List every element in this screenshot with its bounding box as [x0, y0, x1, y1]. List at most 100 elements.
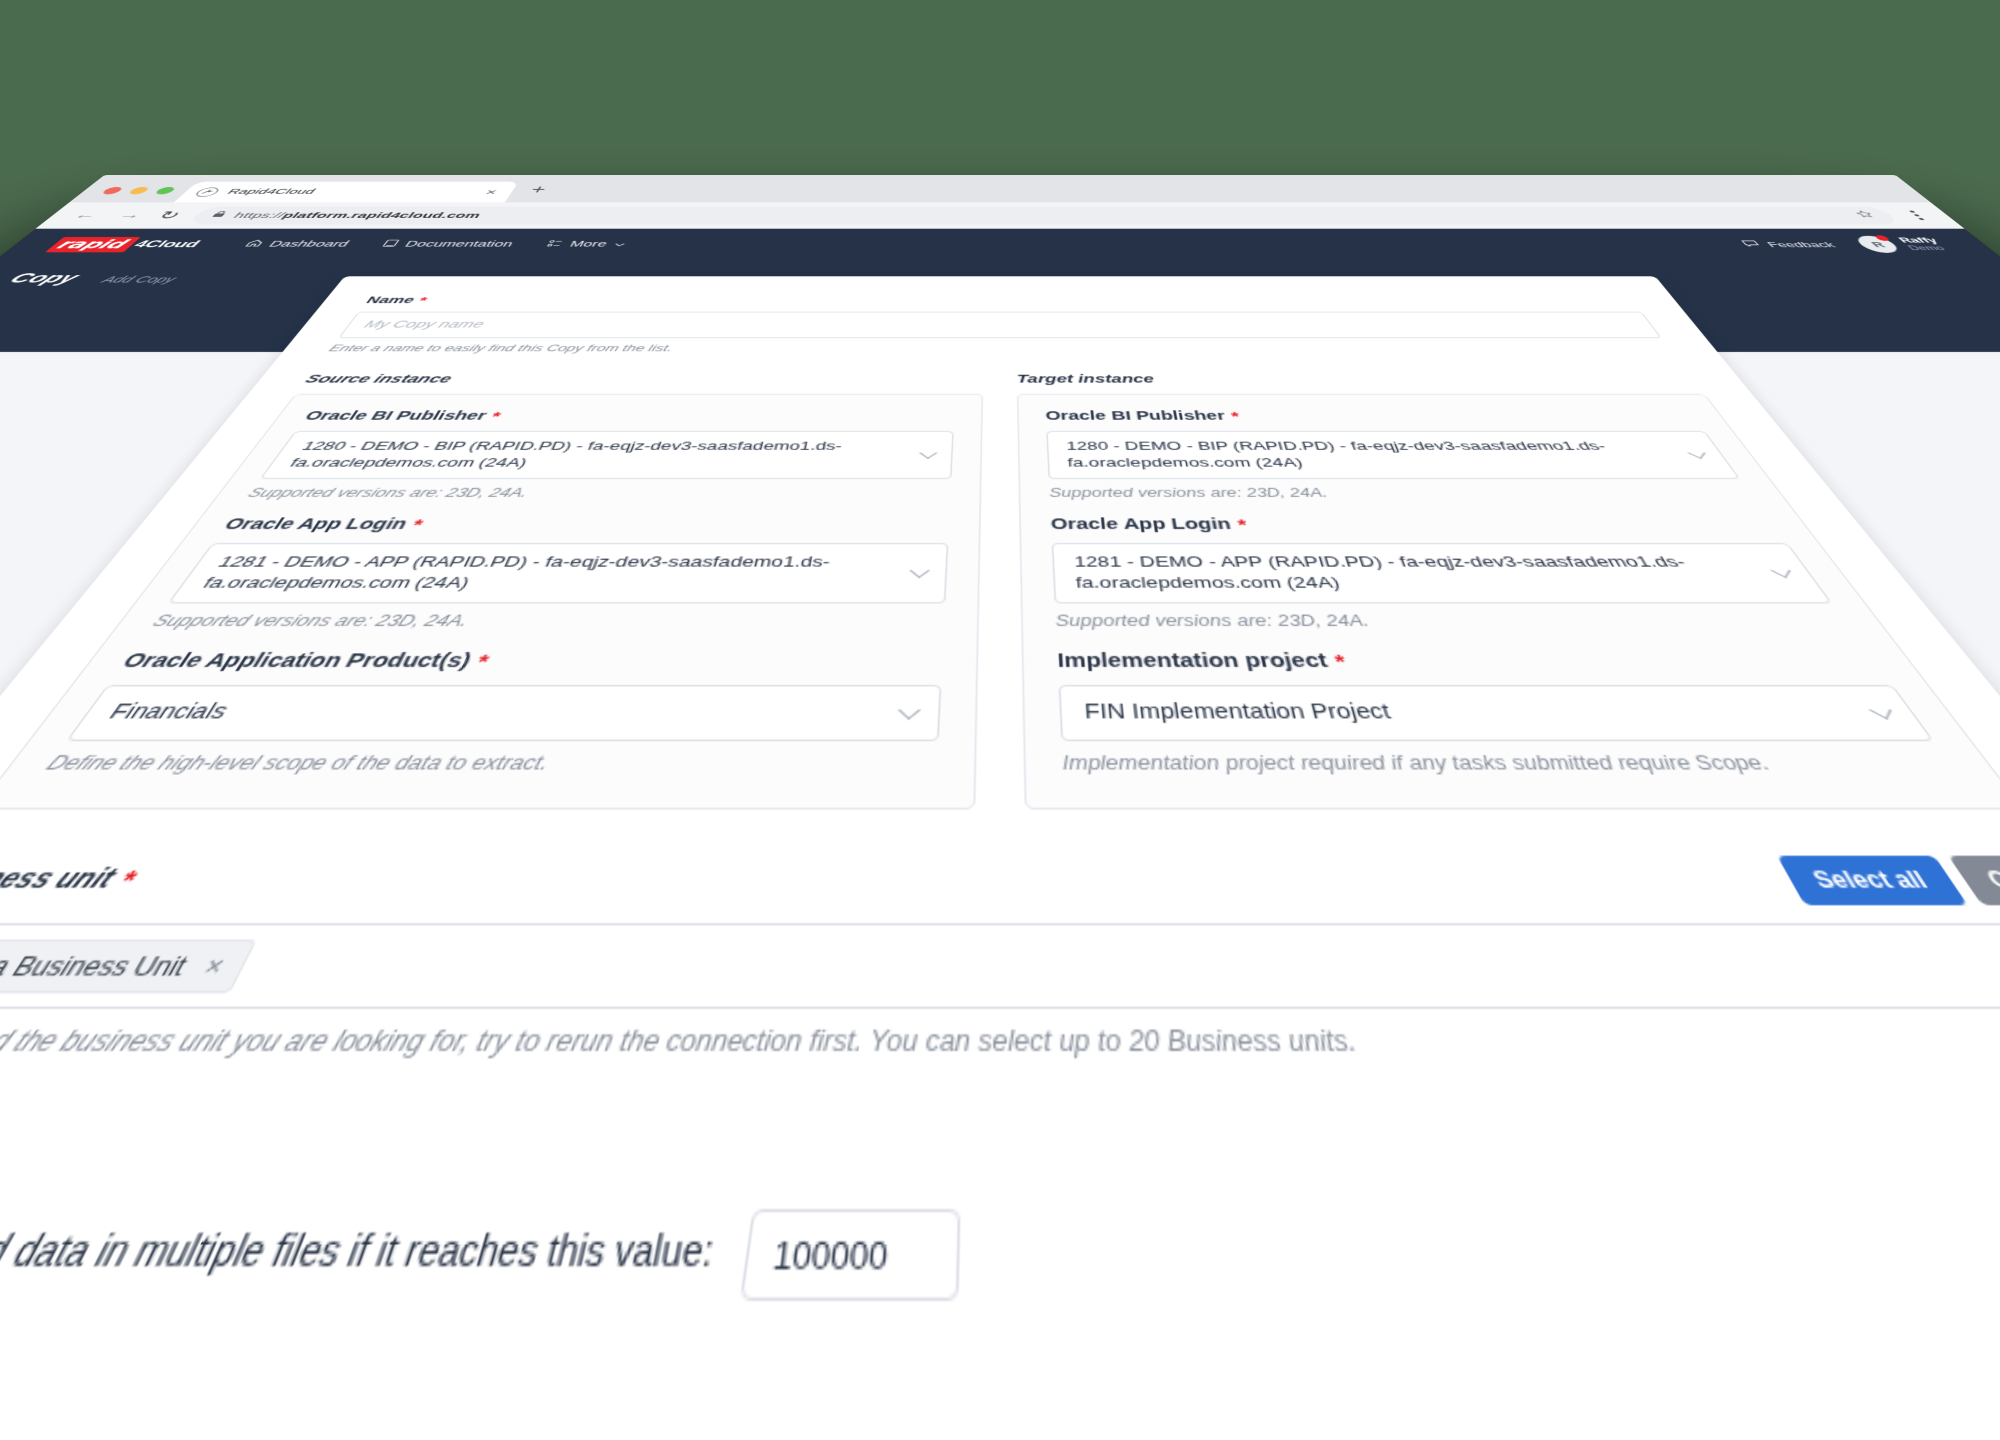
- nav-item-documentation-label: Documentation: [402, 239, 516, 249]
- split-value-input[interactable]: [738, 1210, 960, 1302]
- business-unit-chip[interactable]: Malaysia Business Unit ×: [0, 939, 258, 993]
- reload-icon[interactable]: ↻: [153, 209, 185, 221]
- close-tab-icon[interactable]: ×: [480, 187, 502, 196]
- form-body: Name * Enter a name to easily find this …: [0, 276, 2000, 1440]
- nav-item-documentation[interactable]: Documentation: [378, 239, 515, 249]
- required-marker: *: [1229, 409, 1242, 424]
- source-bi-publisher-help: Supported versions are: 23D, 24A.: [244, 486, 531, 501]
- url-host: platform.rapid4cloud.com: [279, 210, 484, 220]
- required-marker: *: [1236, 515, 1249, 534]
- back-icon[interactable]: ←: [65, 210, 108, 222]
- screenshot-stage: Rapid4Cloud × + ← → ↻ https://platform.r…: [0, 0, 2000, 1440]
- add-copy-form-card: Name * Enter a name to easily find this …: [0, 276, 2000, 1440]
- business-unit-header: Business unit * Select all Clear: [0, 856, 2000, 906]
- source-app-login-label: Oracle App Login: [219, 516, 411, 534]
- nav-item-dashboard[interactable]: Dashboard: [241, 239, 352, 249]
- target-app-login-help: Supported versions are: 23D, 24A.: [1055, 612, 1372, 631]
- name-input[interactable]: [338, 311, 1662, 339]
- forward-icon[interactable]: →: [109, 210, 151, 222]
- perspective-wrapper: Rapid4Cloud × + ← → ↻ https://platform.r…: [0, 0, 2000, 1440]
- bookmark-star-icon[interactable]: [1852, 210, 1880, 221]
- book-icon: [378, 239, 400, 249]
- browser-window: Rapid4Cloud × + ← → ↻ https://platform.r…: [0, 175, 2000, 1440]
- source-products-label: Oracle Application Product(s): [116, 651, 475, 673]
- implementation-project-label-row: Implementation project *: [1056, 650, 1884, 674]
- nav-item-more-label: More: [567, 239, 609, 249]
- favicon-icon: [192, 187, 223, 197]
- close-window-button[interactable]: [100, 186, 125, 195]
- application-root: rapid 4Cloud Dashboard Documentation Mor…: [0, 228, 2000, 1440]
- browser-tab-title: Rapid4Cloud: [224, 187, 318, 196]
- source-bi-publisher-select[interactable]: 1280 - DEMO - BIP (RAPID.PD) - fa-eqjz-d…: [259, 431, 954, 480]
- form-card-wrapper: Name * Enter a name to easily find this …: [0, 276, 2000, 1440]
- source-app-login-select[interactable]: 1281 - DEMO - APP (RAPID.PD) - fa-eqjz-d…: [167, 543, 949, 604]
- chevron-down-icon: [1771, 563, 1791, 579]
- implementation-project-select[interactable]: FIN Implementation Project: [1058, 685, 1935, 742]
- source-bi-publisher-label-row: Oracle BI Publisher *: [301, 409, 955, 424]
- remove-chip-icon[interactable]: ×: [198, 950, 231, 982]
- target-app-login-select[interactable]: 1281 - DEMO - APP (RAPID.PD) - fa-eqjz-d…: [1051, 543, 1833, 604]
- browser-tab[interactable]: Rapid4Cloud ×: [173, 181, 519, 203]
- avatar-initial: R: [1867, 240, 1888, 249]
- logo-mark: rapid: [45, 236, 142, 253]
- nav-item-more[interactable]: More: [544, 240, 627, 250]
- source-instance-column: Source instance Oracle BI Publisher * 12…: [0, 373, 984, 811]
- feedback-button[interactable]: Feedback: [1740, 240, 1838, 249]
- source-app-login-group: Oracle App Login * 1281 - DEMO - APP (RA…: [148, 516, 950, 630]
- target-bi-publisher-group: Oracle BI Publisher * 1280 - DEMO - BIP …: [1045, 409, 1756, 501]
- source-products-help: Define the high-level scope of the data …: [40, 752, 552, 775]
- target-bi-publisher-label: Oracle BI Publisher: [1045, 409, 1227, 424]
- browser-tab-bar: Rapid4Cloud × +: [69, 175, 1931, 203]
- user-menu[interactable]: R Raffy Demo: [1851, 235, 1951, 253]
- customizations-heading: Customizations: [0, 1124, 2000, 1170]
- target-app-login-group: Oracle App Login * 1281 - DEMO - APP (RA…: [1050, 516, 1852, 630]
- source-bi-publisher-label: Oracle BI Publisher: [301, 409, 490, 424]
- chevron-down-icon: [919, 447, 938, 460]
- business-unit-label: Business unit: [0, 865, 121, 897]
- name-field-group: Name * Enter a name to easily find this …: [326, 295, 1673, 353]
- select-all-button[interactable]: Select all: [1776, 856, 1968, 906]
- target-bi-publisher-select[interactable]: 1280 - DEMO - BIP (RAPID.PD) - fa-eqjz-d…: [1046, 431, 1741, 480]
- chevron-down-icon: [898, 701, 921, 721]
- implementation-project-value: FIN Implementation Project: [1083, 700, 1394, 725]
- logo-suffix-text: 4Cloud: [130, 238, 204, 250]
- implementation-project-label: Implementation project: [1056, 651, 1331, 673]
- target-app-login-value: 1281 - DEMO - APP (RAPID.PD) - fa-eqjz-d…: [1073, 553, 1690, 592]
- url-input[interactable]: https://platform.rapid4cloud.com: [185, 206, 1902, 225]
- required-marker: *: [1332, 650, 1349, 674]
- target-bi-publisher-value: 1280 - DEMO - BIP (RAPID.PD) - fa-eqjz-d…: [1065, 438, 1609, 470]
- business-unit-section: Business unit * Select all Clear Malaysi…: [0, 856, 2000, 1059]
- navbar-right: Feedback R Raffy Demo: [1736, 235, 1951, 253]
- source-bi-publisher-group: Oracle BI Publisher * 1280 - DEMO - BIP …: [244, 409, 955, 501]
- split-data-label: Split extracted data in multiple files i…: [0, 1230, 717, 1280]
- target-bi-publisher-help: Supported versions are: 23D, 24A.: [1048, 486, 1330, 501]
- minimize-window-button[interactable]: [126, 186, 151, 195]
- avatar: R: [1851, 235, 1905, 253]
- source-app-login-value: 1281 - DEMO - APP (RAPID.PD) - fa-eqjz-d…: [198, 553, 832, 592]
- target-instance-panel: Oracle BI Publisher * 1280 - DEMO - BIP …: [1016, 393, 2000, 811]
- target-instance-column: Target instance Oracle BI Publisher * 12…: [1016, 373, 2000, 811]
- feedback-label: Feedback: [1763, 240, 1838, 249]
- split-data-row: Split extracted data in multiple files i…: [0, 1210, 2000, 1302]
- source-products-select[interactable]: Financials: [65, 685, 942, 742]
- access-control-heading: Access Control List: [0, 1390, 2000, 1440]
- target-app-login-label: Oracle App Login: [1050, 516, 1233, 534]
- target-instance-heading: Target instance: [1016, 373, 1156, 386]
- rapid4cloud-logo[interactable]: rapid 4Cloud: [45, 236, 206, 253]
- name-help-text: Enter a name to easily find this Copy fr…: [326, 343, 675, 354]
- source-bi-publisher-value: 1280 - DEMO - BIP (RAPID.PD) - fa-eqjz-d…: [286, 438, 844, 470]
- required-marker: *: [488, 409, 504, 424]
- logo-mark-text: rapid: [52, 237, 134, 251]
- app-navbar: rapid 4Cloud Dashboard Documentation Mor…: [0, 228, 2000, 261]
- nav-item-dashboard-label: Dashboard: [265, 239, 352, 249]
- chevron-down-icon: [1869, 701, 1892, 721]
- business-unit-actions: Select all Clear: [1776, 856, 2000, 906]
- business-unit-tag-input[interactable]: Malaysia Business Unit ×: [0, 923, 2000, 1010]
- user-role: Demo: [1905, 244, 1948, 252]
- source-instance-panel: Oracle BI Publisher * 1280 - DEMO - BIP …: [0, 393, 984, 811]
- user-meta: Raffy Demo: [1895, 236, 1951, 252]
- maximize-window-button[interactable]: [153, 186, 178, 195]
- browser-menu-icon[interactable]: [1900, 210, 1934, 221]
- target-app-login-label-row: Oracle App Login *: [1050, 515, 1780, 534]
- required-marker: *: [408, 515, 427, 534]
